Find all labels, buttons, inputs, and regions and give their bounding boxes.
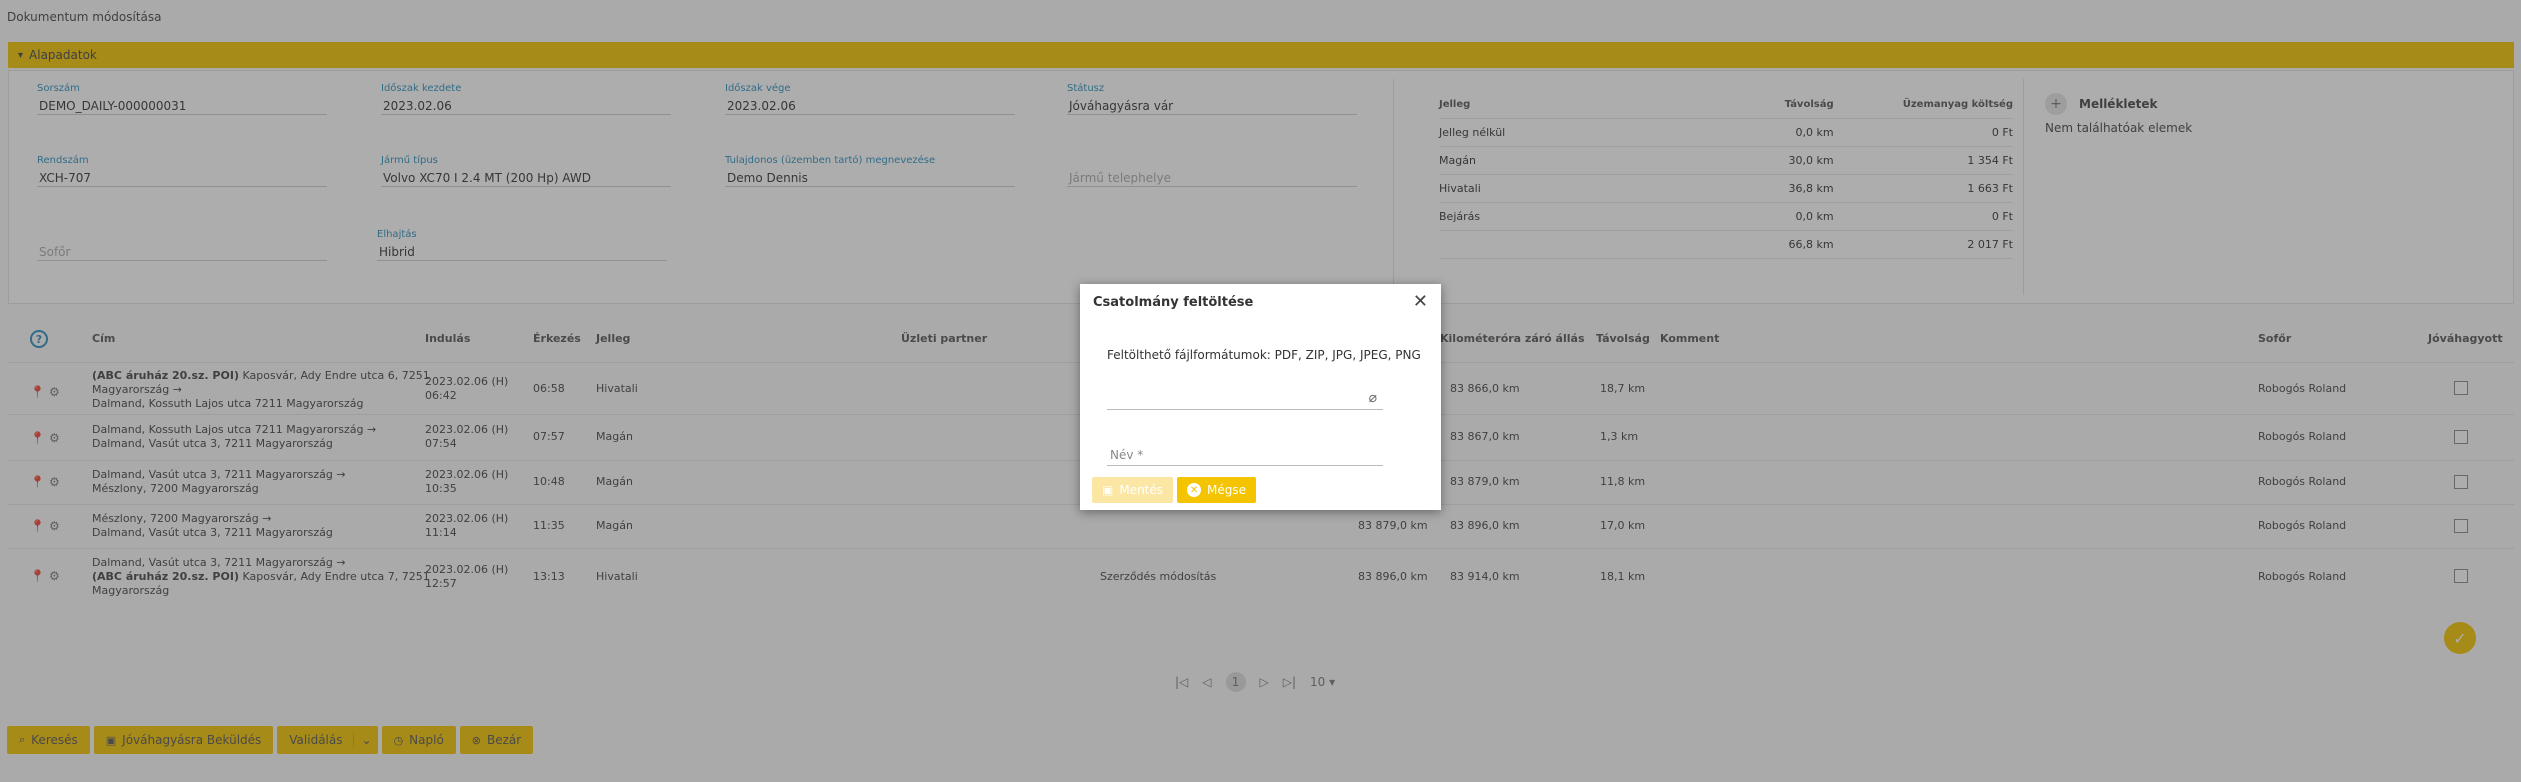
attach-icon[interactable]: ⌀ [1369, 390, 1377, 406]
save-button[interactable]: ▣ Mentés [1092, 477, 1174, 503]
close-icon[interactable]: ✕ [1413, 291, 1428, 312]
save-icon: ▣ [1102, 483, 1114, 497]
button-label: Mégse [1207, 483, 1247, 497]
file-input[interactable]: ⌀ [1107, 388, 1383, 410]
upload-attachment-dialog: Csatolmány feltöltése ✕ Feltölthető fájl… [1080, 284, 1441, 510]
close-circle-icon: ✕ [1187, 483, 1202, 497]
dialog-title: Csatolmány feltöltése [1093, 295, 1254, 310]
name-input[interactable]: Név * [1107, 444, 1383, 466]
allowed-formats-text: Feltölthető fájlformátumok: PDF, ZIP, JP… [1107, 348, 1421, 362]
cancel-button[interactable]: ✕ Mégse [1177, 477, 1257, 503]
dialog-buttons: ▣ Mentés ✕ Mégse [1092, 477, 1257, 503]
button-label: Mentés [1119, 483, 1164, 497]
